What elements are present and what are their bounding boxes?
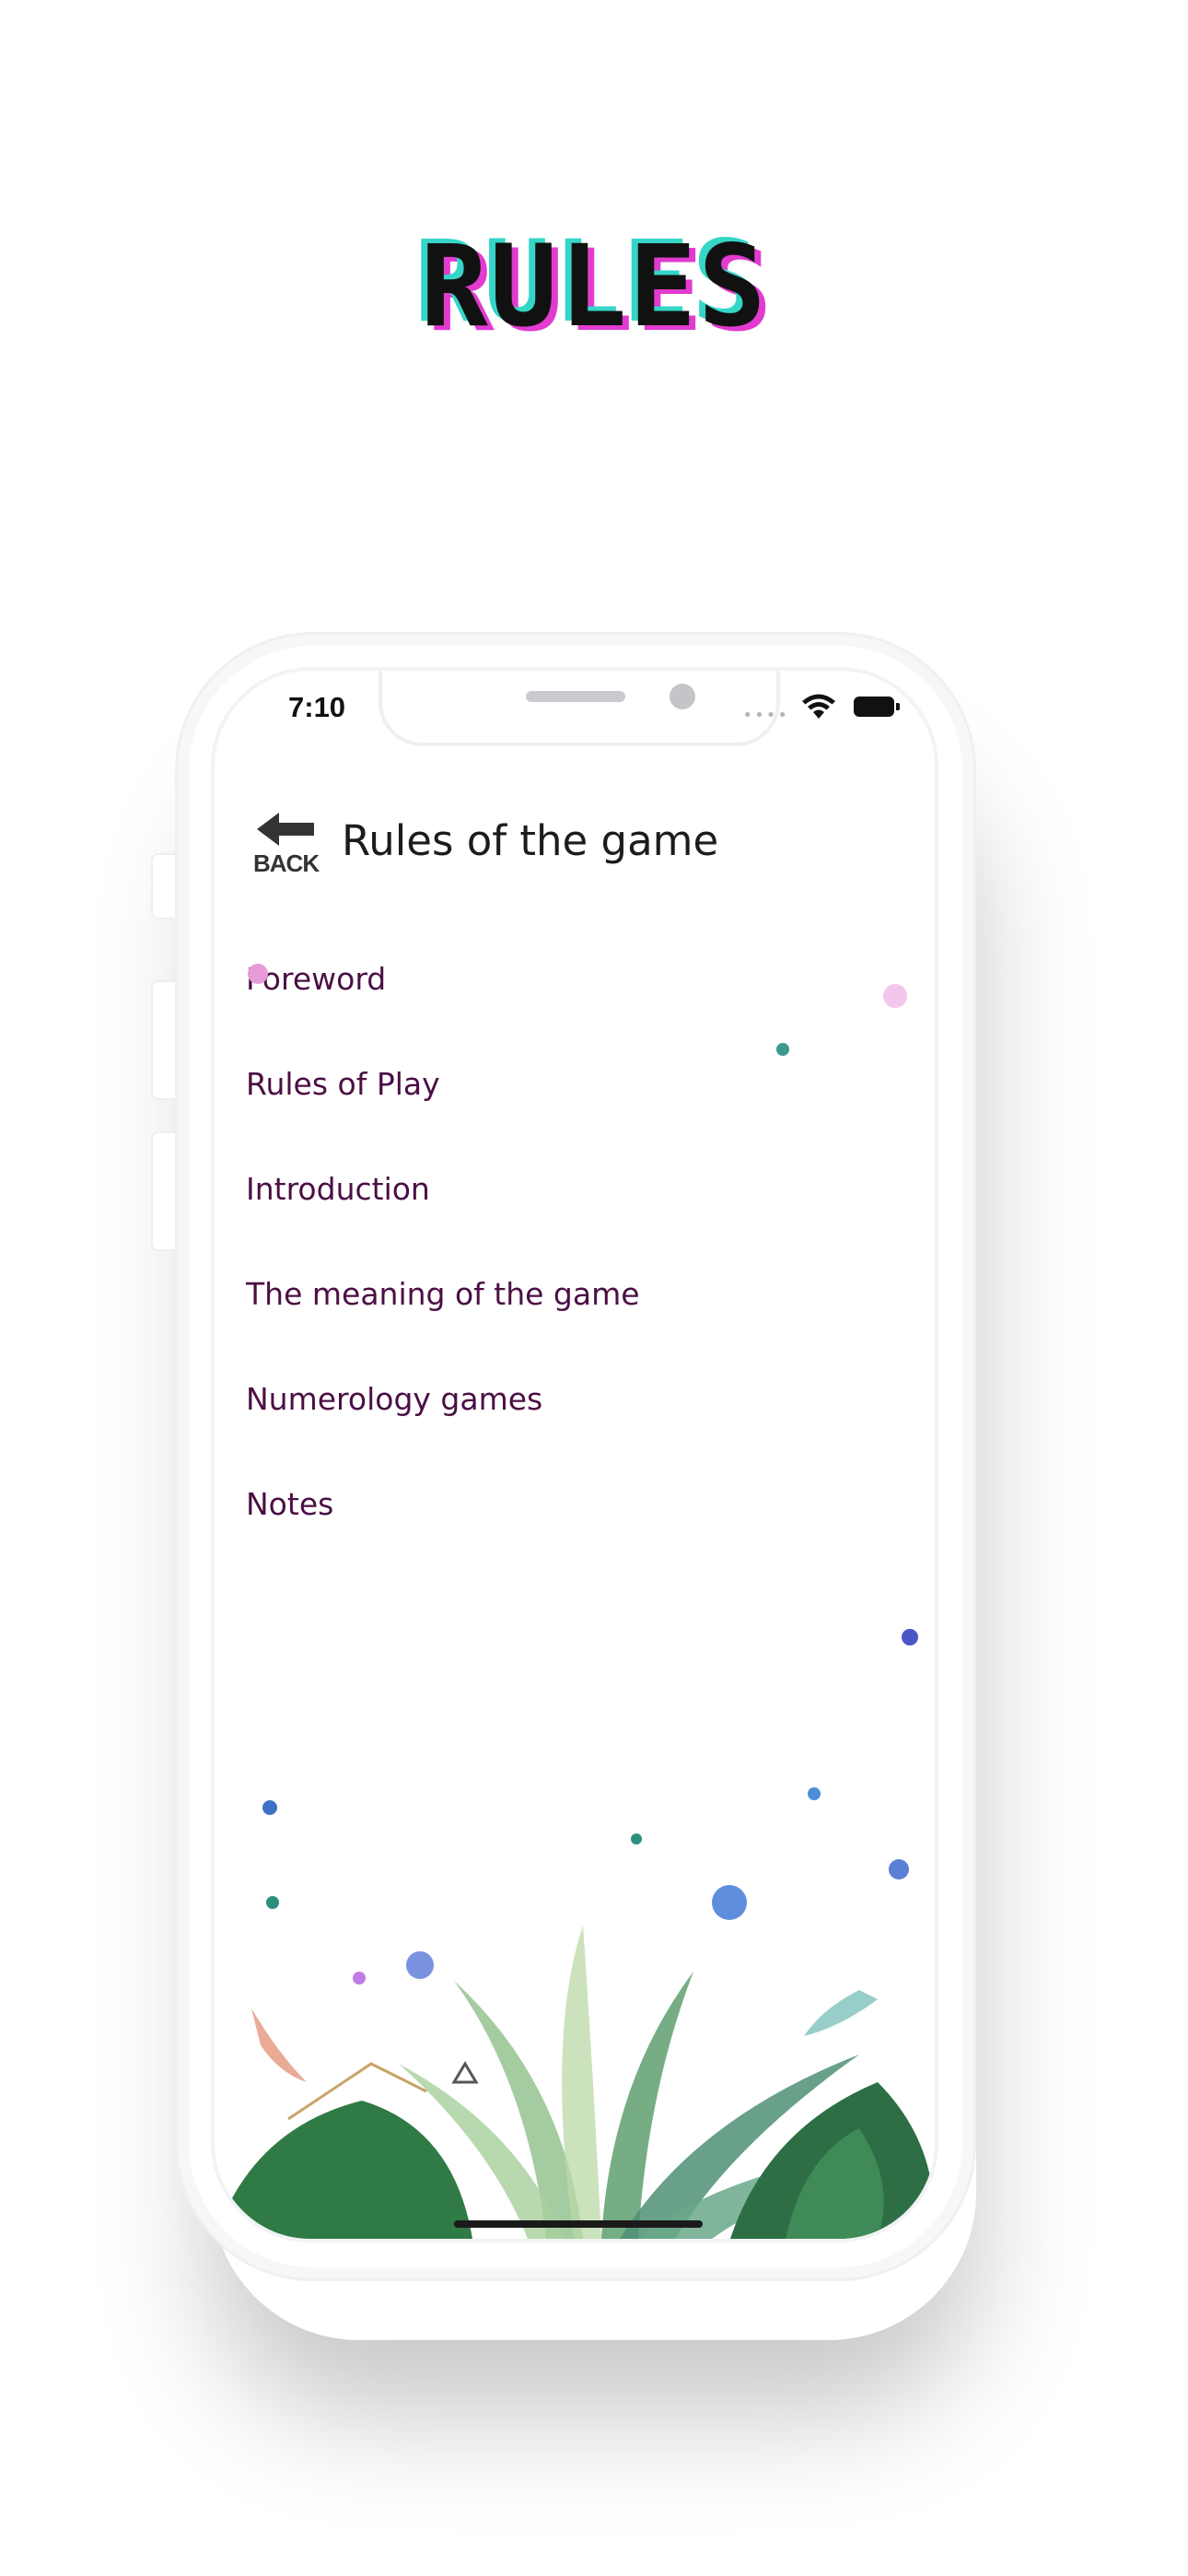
pink-flower-decoration — [248, 964, 268, 984]
status-icons: •••• — [741, 693, 900, 725]
menu-item-introduction[interactable]: Introduction — [246, 1166, 891, 1271]
tropical-leaves-illustration — [215, 1926, 935, 2239]
teal-dot-decoration — [631, 1833, 642, 1844]
blue-dot-decoration — [262, 1800, 277, 1815]
speaker-grille — [526, 691, 625, 702]
signal-icon: •••• — [742, 706, 789, 725]
blue-star-decoration — [808, 1787, 821, 1800]
wifi-icon — [802, 694, 835, 719]
back-arrow-icon — [257, 813, 314, 846]
menu-item-foreword[interactable]: Foreword — [246, 956, 891, 1061]
battery-icon — [854, 697, 900, 717]
pink-flower-decoration — [883, 984, 907, 1008]
page-title: Rules of the game — [342, 816, 719, 865]
menu-item-rules-of-play[interactable]: Rules of Play — [246, 1061, 891, 1166]
front-camera — [670, 684, 695, 709]
menu-item-notes[interactable]: Notes — [246, 1481, 891, 1587]
rules-menu: Foreword Rules of Play Introduction The … — [246, 956, 891, 1587]
teal-dot-decoration — [776, 1043, 789, 1056]
back-button[interactable]: BACK — [250, 809, 325, 877]
menu-item-numerology-games[interactable]: Numerology games — [246, 1376, 891, 1481]
blue-flower-decoration — [902, 1629, 918, 1645]
menu-item-meaning-of-the-game[interactable]: The meaning of the game — [246, 1271, 891, 1376]
hero-title: RULES — [420, 221, 768, 352]
device-notch — [379, 671, 780, 746]
status-time: 7:10 — [288, 691, 346, 723]
back-label: BACK — [253, 849, 320, 877]
device-screen: 7:10 •••• BACK Rules of the game Forewor… — [211, 667, 938, 2242]
home-indicator[interactable] — [454, 2220, 703, 2228]
